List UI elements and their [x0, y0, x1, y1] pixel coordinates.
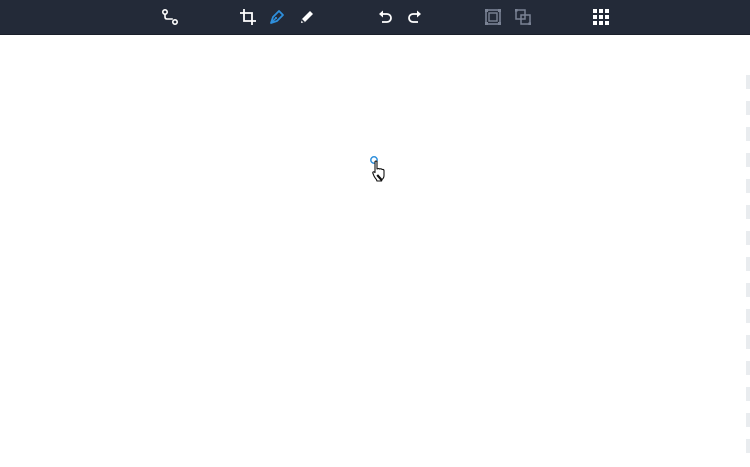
pencil-icon	[301, 11, 313, 23]
drawing-canvas[interactable]	[0, 35, 750, 467]
pencil-tool-button[interactable]	[294, 4, 320, 30]
ungroup-icon	[515, 9, 531, 25]
group-icon	[485, 9, 501, 25]
canvas-edge-marks	[746, 75, 750, 455]
grid-icon	[593, 9, 609, 25]
editor-app	[0, 0, 750, 467]
group-button[interactable]	[480, 4, 506, 30]
pen-tool-button[interactable]	[264, 4, 290, 30]
path-anchor-point[interactable]	[369, 155, 379, 165]
undo-icon	[379, 10, 392, 23]
redo-button[interactable]	[402, 4, 428, 30]
connector-tool-button[interactable]	[157, 4, 183, 30]
undo-button[interactable]	[372, 4, 398, 30]
grid-menu-button[interactable]	[588, 4, 614, 30]
crop-tool-button[interactable]	[235, 4, 261, 30]
ungroup-button[interactable]	[510, 4, 536, 30]
pen-nib-icon	[270, 10, 284, 24]
path-connector-icon	[161, 8, 179, 26]
crop-icon	[240, 9, 256, 25]
redo-icon	[408, 10, 421, 23]
top-toolbar	[0, 0, 750, 35]
